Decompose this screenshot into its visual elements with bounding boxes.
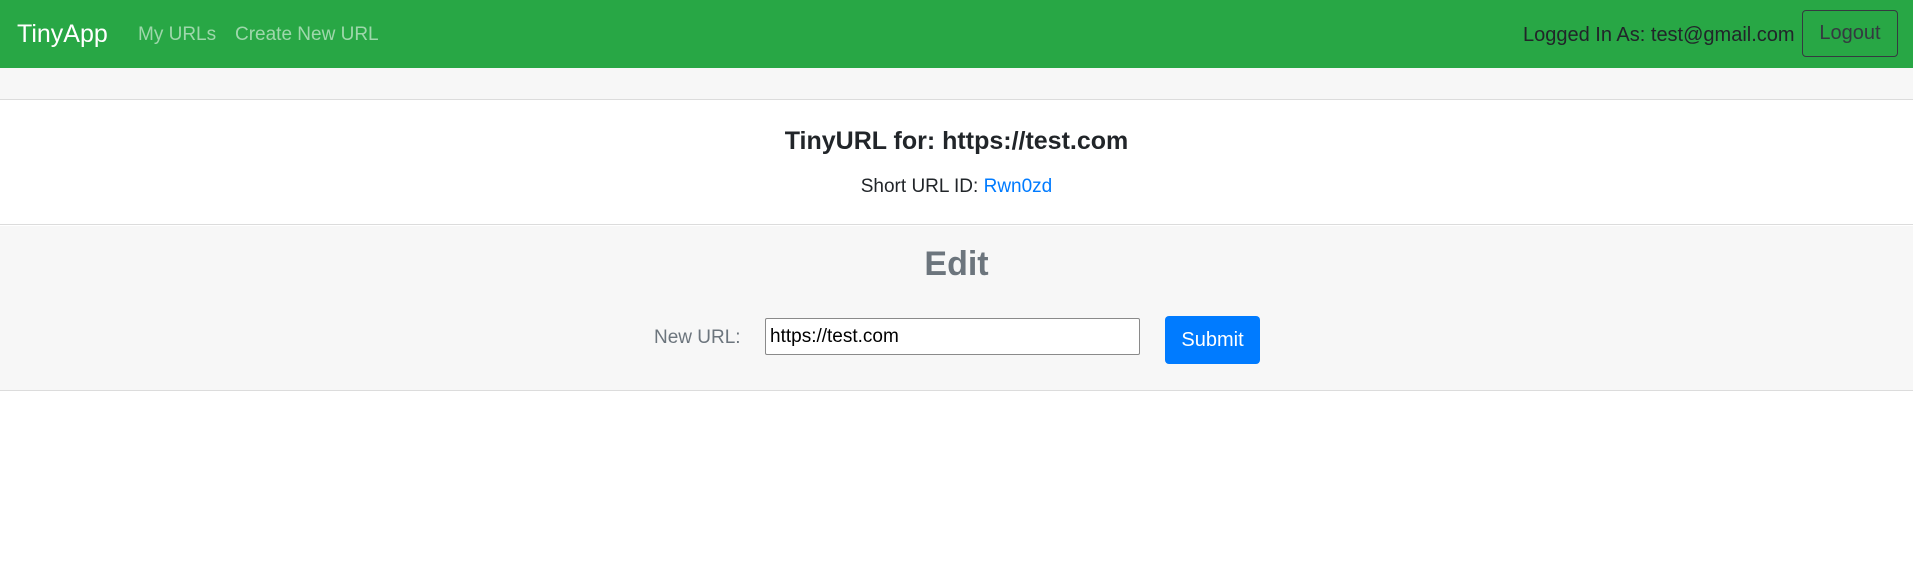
short-url-id-link[interactable]: Rwn0zd xyxy=(984,176,1053,197)
nav-link-create-new-url[interactable]: Create New URL xyxy=(235,22,379,48)
short-url-line: Short URL ID: Rwn0zd xyxy=(0,174,1913,200)
url-info-title: TinyURL for: https://test.com xyxy=(784,127,1129,155)
new-url-label: New URL: xyxy=(654,327,741,348)
navbar: TinyApp My URLs Create New URL Logged In… xyxy=(0,0,1913,68)
logout-button[interactable]: Logout xyxy=(1802,10,1898,57)
brand-link[interactable]: TinyApp xyxy=(17,16,108,52)
url-info-section: TinyURL for: https://test.com Short URL … xyxy=(0,100,1913,225)
edit-heading: Edit xyxy=(924,245,989,283)
logged-in-status: Logged In As: test@gmail.com xyxy=(1523,24,1795,46)
nav-link-my-urls[interactable]: My URLs xyxy=(138,22,216,48)
edit-section: Edit New URL: Submit xyxy=(0,226,1913,391)
new-url-input[interactable] xyxy=(765,318,1140,355)
short-url-label: Short URL ID: xyxy=(860,176,979,197)
top-band xyxy=(0,68,1913,100)
submit-button[interactable]: Submit xyxy=(1165,316,1260,364)
